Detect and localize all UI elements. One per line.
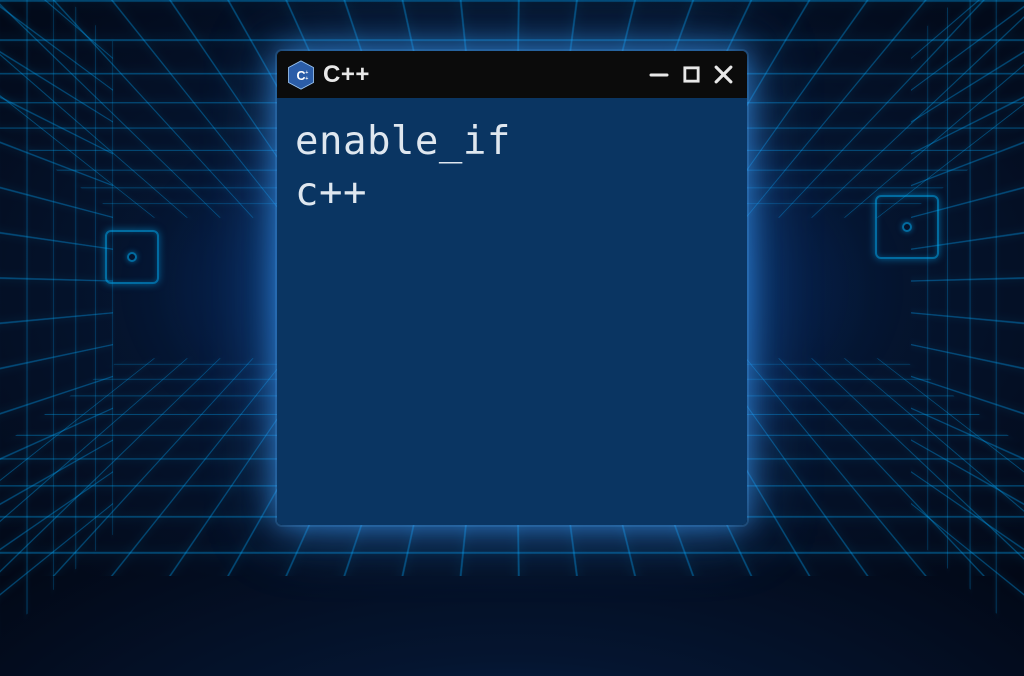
close-button[interactable] [711, 63, 735, 87]
code-line-2: c++ [295, 167, 729, 218]
svg-text:+: + [305, 76, 308, 82]
window-title: C++ [323, 61, 639, 89]
minimize-button[interactable] [647, 63, 671, 87]
cpp-logo-icon: C + + [287, 60, 315, 90]
window-controls [647, 63, 735, 87]
maximize-button[interactable] [679, 63, 703, 87]
svg-text:C: C [296, 69, 305, 83]
terminal-window: C + + C++ enable_if c++ [277, 51, 747, 525]
titlebar[interactable]: C + + C++ [277, 51, 747, 98]
code-line-1: enable_if [295, 116, 729, 167]
content-area: enable_if c++ [277, 98, 747, 525]
